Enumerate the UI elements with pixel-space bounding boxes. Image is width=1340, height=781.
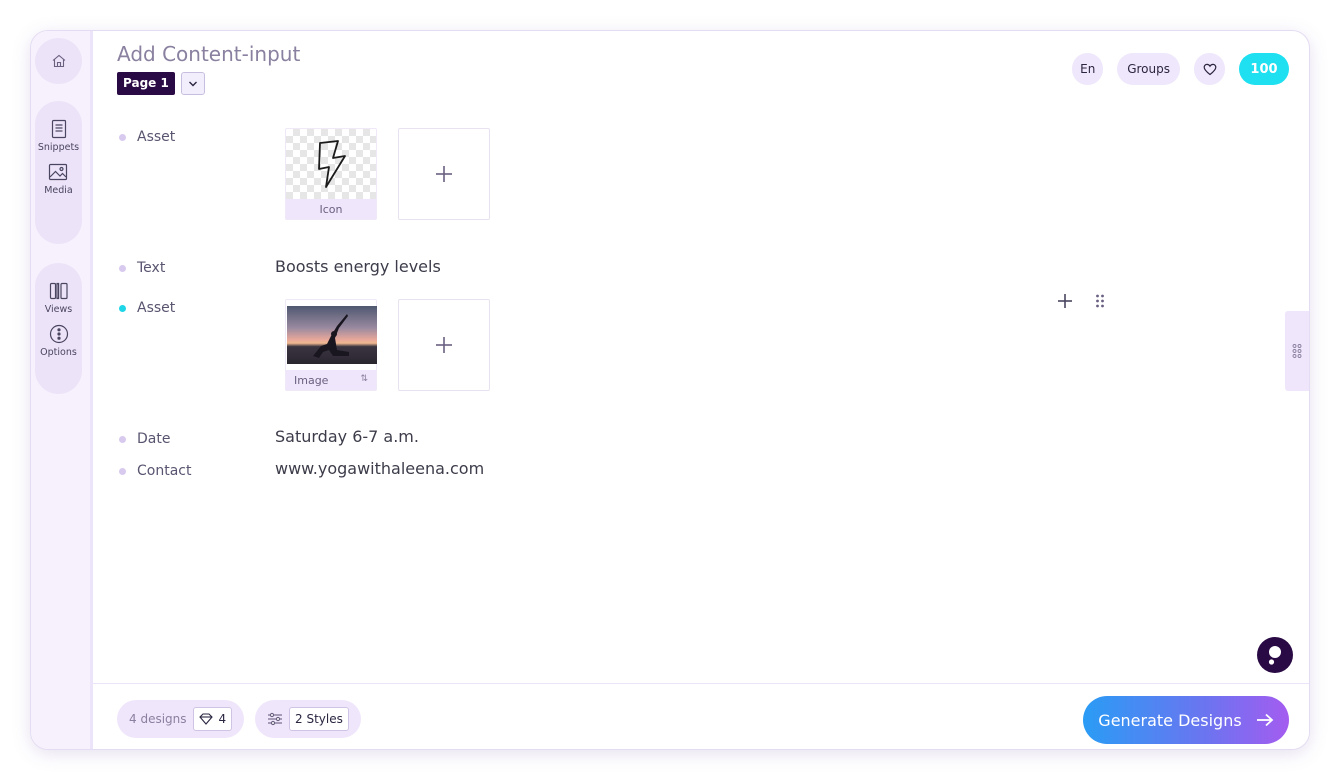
row-label-date: Date [119, 431, 170, 447]
favorites-count: 4 [218, 712, 227, 726]
footer-bar: 4 designs 4 2 Styles Generate Designs [93, 683, 1309, 749]
credits-badge[interactable]: 100 [1239, 53, 1289, 85]
drag-handle-icon[interactable] [1095, 293, 1105, 309]
tile-caption: Icon [286, 199, 376, 219]
row-indicator-active [119, 304, 126, 312]
sidebar-item-options[interactable]: Options [40, 324, 77, 358]
row-label-contact: Contact [119, 463, 191, 479]
add-asset-button[interactable] [398, 299, 490, 391]
favorites-count-box[interactable]: 4 [192, 707, 233, 731]
app-window: Snippets Media Views Options Add Content… [30, 30, 1310, 750]
image-icon [49, 163, 68, 181]
sliders-icon [268, 712, 282, 726]
asset-tile-image[interactable]: Image ⇅ [285, 299, 377, 391]
row-indicator [119, 133, 126, 141]
sidebar-group-view: Views Options [35, 263, 82, 394]
designs-count-label: 4 designs [129, 712, 187, 726]
diamond-icon [198, 713, 213, 725]
sidebar-item-label: Options [40, 347, 77, 358]
designs-summary[interactable]: 4 designs 4 [117, 700, 245, 738]
columns-icon [49, 282, 68, 300]
styles-count: 2 Styles [289, 707, 349, 731]
generate-label: Generate Designs [1098, 710, 1242, 730]
row-label-text: Contact [137, 463, 192, 479]
generate-designs-button[interactable]: Generate Designs [1083, 696, 1289, 744]
groups-button[interactable]: Groups [1117, 53, 1180, 85]
row-label-text: Asset [137, 300, 176, 316]
row-tools [1057, 293, 1105, 309]
row-label-asset: Asset [119, 129, 175, 145]
row-label-text: Text [137, 260, 166, 276]
add-row-icon[interactable] [1057, 293, 1073, 309]
sidebar-group-content: Snippets Media [35, 101, 82, 244]
tile-caption: Image ⇅ [286, 370, 376, 390]
sidebar-item-label: Views [44, 304, 73, 315]
sidebar-item-media[interactable]: Media [44, 162, 73, 196]
row-label-text: Asset [137, 129, 176, 145]
grip-icon [1292, 344, 1302, 358]
plus-icon [436, 337, 452, 353]
page-dropdown-button[interactable] [180, 72, 205, 95]
plus-icon [436, 166, 452, 182]
arrow-right-icon [1256, 713, 1274, 727]
contact-value[interactable]: www.yogawithaleena.com [275, 459, 484, 478]
panel-handle[interactable] [1285, 311, 1309, 391]
swap-icon[interactable]: ⇅ [360, 374, 368, 384]
date-value[interactable]: Saturday 6-7 a.m. [275, 427, 419, 446]
text-value[interactable]: Boosts energy levels [275, 257, 441, 276]
page-badge[interactable]: Page 1 [117, 72, 175, 95]
tile-caption-text: Image [294, 373, 329, 387]
options-icon [49, 324, 68, 344]
sidebar-item-snippets[interactable]: Snippets [38, 119, 79, 153]
language-button[interactable]: En [1072, 53, 1104, 85]
page-selector: Page 1 [117, 72, 205, 95]
header-actions: En Groups 100 [1072, 53, 1289, 85]
sidebar-item-label: Snippets [37, 142, 80, 153]
assistant-icon [1268, 646, 1281, 665]
row-indicator [119, 264, 126, 272]
styles-summary[interactable]: 2 Styles [255, 700, 361, 738]
heart-icon [1203, 63, 1216, 75]
row-label-asset: Asset [119, 300, 175, 316]
asset-tile-icon[interactable]: Icon [285, 128, 377, 220]
document-icon [51, 119, 66, 139]
favorites-button[interactable] [1194, 53, 1225, 85]
yoga-photo [287, 306, 377, 364]
yoga-silhouette [313, 314, 349, 358]
row-label-text-field: Text [119, 260, 165, 276]
chevron-down-icon [188, 81, 197, 86]
row-label-text: Date [137, 431, 171, 447]
lightning-icon [318, 140, 346, 188]
page-title: Add Content-input [117, 42, 301, 66]
sidebar-item-views[interactable]: Views [44, 281, 73, 315]
home-button[interactable] [35, 38, 82, 84]
home-icon [52, 54, 65, 68]
sidebar-item-label: Media [44, 185, 73, 196]
assistant-button[interactable] [1257, 637, 1293, 673]
add-asset-button[interactable] [398, 128, 490, 220]
row-indicator [119, 435, 126, 443]
row-indicator [119, 467, 126, 475]
sidebar: Snippets Media Views Options [31, 31, 93, 749]
